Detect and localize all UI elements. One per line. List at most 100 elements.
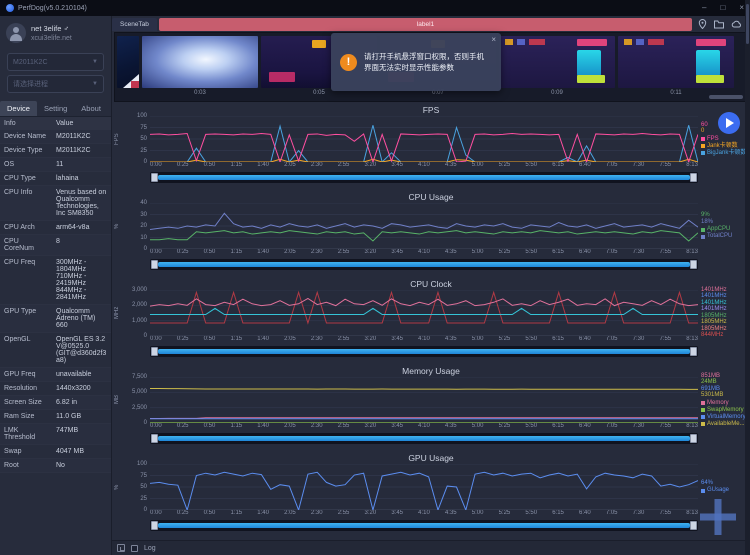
table-row[interactable]: LMK Threshold747MB (0, 424, 111, 445)
slider-handle-right[interactable] (690, 347, 697, 356)
slider-handle-left[interactable] (151, 521, 158, 530)
time-range-slider[interactable] (150, 520, 698, 531)
legend-item[interactable]: BigJank卡顿数 (701, 150, 748, 157)
x-tick: 4:10 (418, 162, 430, 171)
legend-item[interactable]: GUsage (701, 487, 748, 494)
table-row[interactable]: GPU Frequnavailable (0, 368, 111, 382)
slider-handle-right[interactable] (690, 260, 697, 269)
legend-item[interactable]: SwapMemory (701, 407, 748, 414)
legend-item[interactable]: FPS (701, 136, 748, 143)
play-button[interactable] (718, 112, 740, 134)
y-tick: 100 (137, 113, 147, 119)
cloud-icon[interactable] (731, 20, 742, 28)
table-row[interactable]: CPU Archarm64-v8a (0, 221, 111, 235)
tab-setting[interactable]: Setting (37, 101, 74, 116)
horizontal-scrollbar[interactable] (709, 95, 743, 99)
legend-item[interactable]: AppCPU (701, 226, 748, 233)
slider-handle-left[interactable] (151, 347, 158, 356)
legend-item[interactable]: AvailableMe... (701, 421, 748, 428)
table-row[interactable]: CPU Freq300MHz - 1804MHz 710MHz - 2419MH… (0, 256, 111, 305)
time-range-slider[interactable] (150, 346, 698, 357)
slider-handle-right[interactable] (690, 434, 697, 443)
tab-device[interactable]: Device (0, 101, 37, 116)
x-tick: 0:00 (150, 510, 162, 519)
legend-item[interactable]: TotalCPU (701, 233, 748, 240)
folder-icon[interactable] (714, 20, 724, 29)
close-button[interactable]: × (739, 0, 744, 16)
user-email: xcui3elife.net (31, 35, 72, 42)
plot-area[interactable] (150, 377, 698, 423)
video-thumbnail[interactable]: 0:03 (142, 36, 258, 98)
x-tick: 8:13 (686, 423, 698, 432)
label-bar[interactable]: label1 (159, 18, 692, 31)
slider-handle-right[interactable] (690, 521, 697, 530)
chart-legend: FPSJank卡顿数BigJank卡顿数 (701, 136, 748, 157)
slider-handle-left[interactable] (151, 173, 158, 182)
export-icon[interactable] (117, 544, 125, 552)
user-profile[interactable]: net 3elife ♂ xcui3elife.net (0, 16, 111, 49)
x-tick: 2:55 (338, 336, 350, 345)
legend-swatch (701, 422, 705, 426)
vertical-scrollbar[interactable] (745, 0, 750, 555)
video-thumbnail[interactable]: 0:11 (618, 36, 734, 98)
y-axis-label: % (114, 203, 122, 249)
x-tick: 5:00 (472, 249, 484, 258)
table-row[interactable]: Swap4047 MB (0, 445, 111, 459)
table-row[interactable]: Screen Size6.82 in (0, 396, 111, 410)
video-thumbnail[interactable]: 0:09 (499, 36, 615, 98)
table-row[interactable]: Device TypeM2011K2C (0, 144, 111, 158)
table-row[interactable]: OS11 (0, 158, 111, 172)
legend-label: FPS (707, 136, 719, 143)
scene-tab[interactable]: SceneTab (112, 18, 157, 31)
video-thumbnail[interactable] (117, 36, 139, 98)
time-range-slider[interactable] (150, 259, 698, 270)
plot-area[interactable] (150, 464, 698, 510)
x-tick: 5:25 (499, 249, 511, 258)
legend-item[interactable]: VirtualMemory (701, 414, 748, 421)
info-value: 747MB (52, 424, 111, 444)
log-checkbox[interactable] (131, 545, 138, 552)
time-range-slider[interactable] (150, 433, 698, 444)
y-tick: 0 (144, 333, 147, 339)
table-row[interactable]: CPU CoreNum8 (0, 235, 111, 256)
chart-legend: MemorySwapMemoryVirtualMemoryAvailableMe… (701, 400, 748, 428)
x-tick: 7:30 (633, 336, 645, 345)
slider-handle-left[interactable] (151, 434, 158, 443)
table-row[interactable]: CPU InfoVenus based on Qualcomm Technolo… (0, 186, 111, 221)
table-row[interactable]: Resolution1440x3200 (0, 382, 111, 396)
table-row[interactable]: GPU TypeQualcomm Adreno (TM) 660 (0, 305, 111, 333)
plot-area[interactable] (150, 116, 698, 162)
x-tick: 0:50 (204, 336, 216, 345)
legend-item[interactable]: Jank卡顿数 (701, 143, 748, 150)
table-row[interactable]: OpenGLOpenGL ES 3.2 V@0525.0 (GIT@d360d2… (0, 333, 111, 368)
popup-close-icon[interactable]: × (491, 35, 496, 44)
slider-handle-right[interactable] (690, 173, 697, 182)
slider-handle-left[interactable] (151, 260, 158, 269)
series-prime-core (150, 292, 698, 323)
location-pin-icon[interactable] (698, 19, 707, 29)
maximize-button[interactable]: □ (720, 0, 725, 16)
x-tick: 3:45 (391, 249, 403, 258)
legend-label: AppCPU (707, 226, 730, 233)
minimize-button[interactable]: – (702, 0, 706, 16)
tab-about[interactable]: About (74, 101, 108, 116)
table-row[interactable]: CPU Typelahaina (0, 172, 111, 186)
table-row[interactable]: Ram Size11.0 GB (0, 410, 111, 424)
device-info-table-body: Device NameM2011K2CDevice TypeM2011K2COS… (0, 130, 111, 555)
table-row[interactable]: RootNo (0, 459, 111, 473)
content-area: SceneTab label1 (112, 16, 750, 555)
time-range-slider[interactable] (150, 172, 698, 183)
plot-area[interactable] (150, 203, 698, 249)
sidebar-tabs: Device Setting About (0, 101, 111, 117)
info-label: Ram Size (0, 410, 52, 423)
plot-area[interactable] (150, 290, 698, 336)
device-select[interactable]: M2011K2C ▼ (7, 53, 104, 71)
x-tick: 5:50 (525, 249, 537, 258)
process-select[interactable]: 请选择进程 ▼ (7, 75, 104, 93)
legend-item[interactable]: Memory (701, 400, 748, 407)
table-row[interactable]: Device NameM2011K2C (0, 130, 111, 144)
x-tick: 6:15 (552, 336, 564, 345)
legend-label: GUsage (707, 487, 729, 494)
legend-label: SwapMemory (707, 407, 744, 414)
legend-swatch (701, 489, 705, 493)
